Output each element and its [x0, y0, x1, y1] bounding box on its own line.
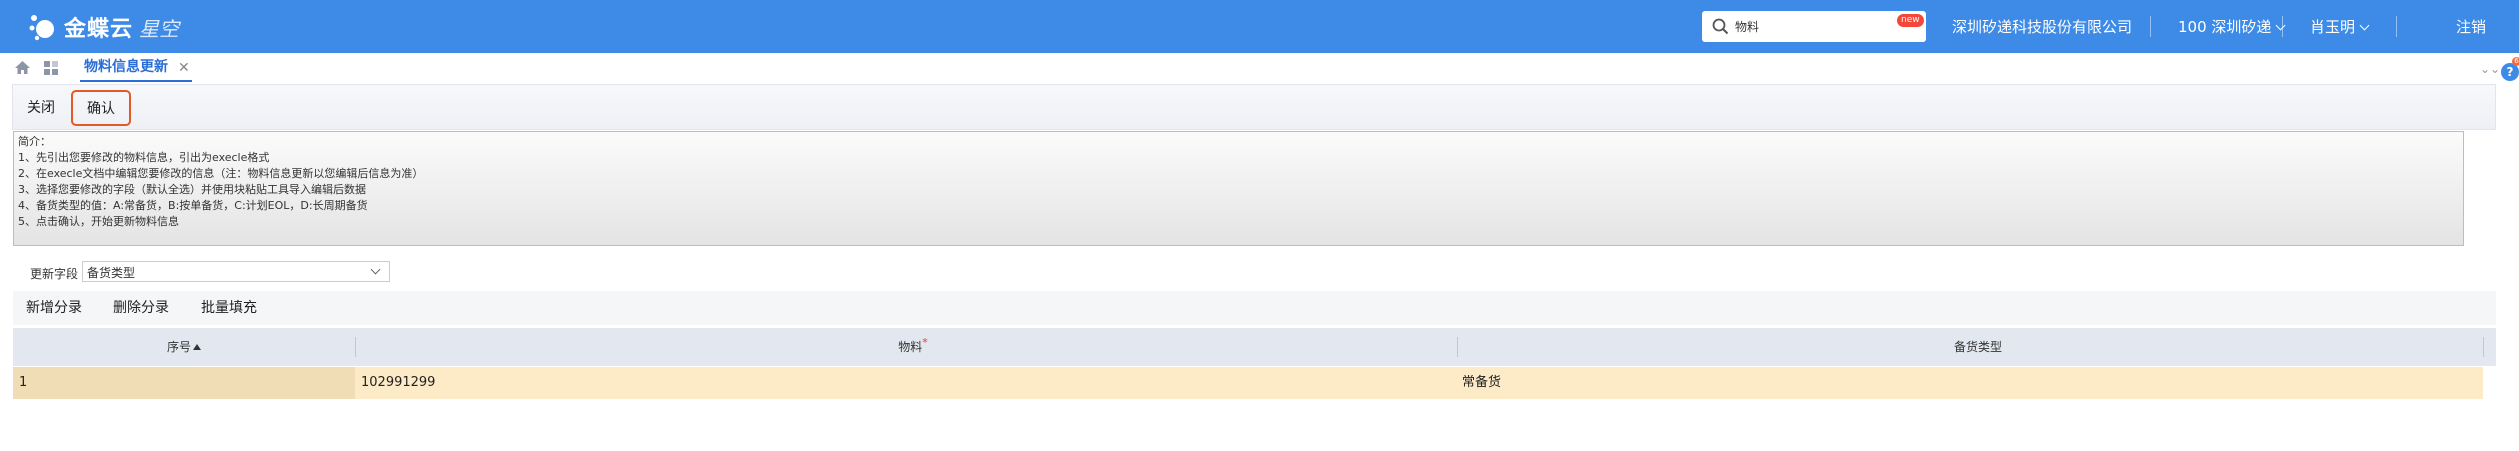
logo-subtext: 星空	[139, 16, 180, 41]
row-material-cell[interactable]: 102991299	[361, 367, 435, 399]
org-switcher[interactable]: 100 深圳矽递	[2178, 16, 2286, 38]
tab-active-indicator	[80, 80, 192, 82]
logo-icon	[28, 12, 58, 42]
delete-row-button[interactable]: 删除分录	[113, 298, 169, 318]
chevron-down-icon	[2359, 20, 2370, 31]
column-header-material[interactable]: 物料*	[356, 328, 1470, 366]
tab-material-update[interactable]: 物料信息更新	[80, 56, 172, 81]
row-seq-cell-bg	[13, 367, 355, 399]
column-header-label: 序号	[166, 340, 191, 354]
global-search[interactable]: new	[1702, 11, 1926, 42]
column-header-label: 备货类型	[1953, 340, 2002, 354]
tab-bar: 物料信息更新 ✕ ⌄⌄ ? 6	[0, 53, 2519, 83]
intro-step: 3、选择您要修改的字段（默认全选）并使用块粘贴工具导入编辑后数据	[18, 183, 366, 196]
divider	[2396, 16, 2397, 37]
required-icon: *	[922, 336, 928, 349]
grid-header: 序号 物料* 备货类型	[13, 328, 2496, 366]
user-menu[interactable]: 肖玉明	[2310, 16, 2370, 38]
logo-text: 金蝶云	[64, 17, 134, 42]
row-seq-cell[interactable]: 1	[19, 367, 27, 399]
grid-toolbar: 新增分录 删除分录 批量填充	[13, 291, 2496, 325]
chevron-down-icon	[370, 264, 381, 275]
company-link[interactable]: 深圳矽递科技股份有限公司	[1952, 16, 2132, 38]
close-button[interactable]: 关闭	[15, 93, 67, 123]
intro-step: 2、在execle文档中编辑您要修改的信息（注：物料信息更新以您编辑后信息为准）	[18, 167, 424, 180]
search-input[interactable]	[1735, 15, 1885, 38]
column-divider[interactable]	[2483, 337, 2484, 357]
update-field-select[interactable]: 备货类型	[82, 261, 390, 282]
logout-link[interactable]: 注销	[2456, 16, 2486, 38]
table-row[interactable]: 1 102991299 常备货	[13, 367, 2483, 399]
intro-step: 1、先引出您要修改的物料信息，引出为execle格式	[18, 151, 270, 164]
column-header-seq[interactable]: 序号	[13, 328, 355, 366]
apps-icon[interactable]	[43, 60, 59, 80]
double-chevron-down-icon[interactable]: ⌄⌄	[2480, 62, 2500, 76]
add-row-button[interactable]: 新增分录	[26, 298, 82, 318]
divider	[2150, 16, 2151, 37]
top-bar: 金蝶云 星空 new 深圳矽递科技股份有限公司 100 深圳矽递 肖玉明 注销	[0, 0, 2519, 53]
column-header-label: 物料	[898, 340, 923, 354]
row-stock-type-cell[interactable]: 常备货	[1462, 367, 1501, 399]
update-field-label: 更新字段	[30, 267, 79, 281]
column-header-stock-type[interactable]: 备货类型	[1458, 328, 2498, 366]
confirm-button[interactable]: 确认	[71, 90, 131, 126]
new-badge: new	[1897, 14, 1924, 27]
batch-fill-button[interactable]: 批量填充	[201, 298, 257, 318]
divider	[2282, 16, 2283, 37]
home-icon[interactable]	[14, 60, 31, 79]
org-label: 100 深圳矽递	[2178, 18, 2272, 36]
intro-step: 4、备货类型的值：A:常备货，B:按单备货，C:计划EOL，D:长周期备货	[18, 199, 368, 212]
intro-step: 5、点击确认，开始更新物料信息	[18, 215, 179, 228]
notification-badge: 6	[2512, 57, 2519, 66]
update-field-value: 备货类型	[87, 266, 136, 280]
chevron-down-icon	[2275, 20, 2286, 31]
form-toolbar: 关闭 确认	[12, 84, 2496, 130]
intro-panel: 简介： 1、先引出您要修改的物料信息，引出为execle格式 2、在execle…	[13, 131, 2464, 246]
app-logo[interactable]: 金蝶云 星空	[28, 8, 179, 46]
intro-title: 简介：	[18, 135, 51, 148]
user-name: 肖玉明	[2310, 18, 2356, 36]
sort-ascending-icon	[193, 344, 201, 350]
close-icon[interactable]: ✕	[178, 61, 190, 75]
